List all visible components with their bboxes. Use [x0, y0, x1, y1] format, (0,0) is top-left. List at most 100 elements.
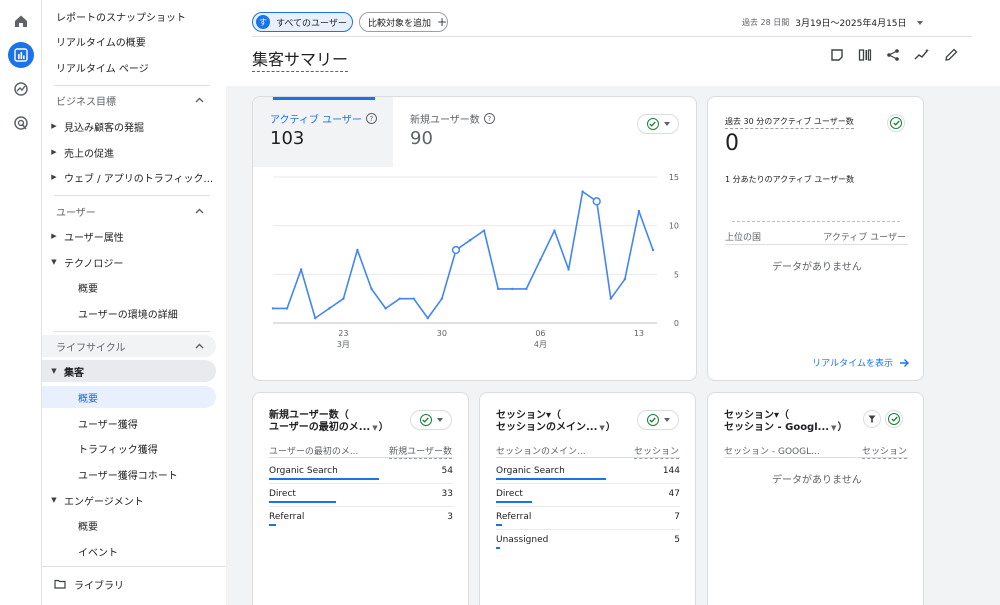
insights-icon[interactable] — [914, 48, 930, 65]
advertising-icon[interactable] — [8, 110, 34, 136]
divider — [724, 457, 908, 458]
caret-down-icon[interactable]: ▼ — [372, 422, 377, 434]
metric-tab-active-users[interactable]: アクティブ ユーザー ? 103 — [253, 97, 393, 167]
view-realtime-link[interactable]: リアルタイムを表示 — [812, 356, 909, 369]
nav-label: テクノロジー — [64, 258, 124, 270]
metric-label: 新規ユーザー数 — [410, 115, 480, 126]
x-tick-month-label: 3月 — [337, 340, 350, 349]
help-icon[interactable]: ? — [365, 113, 377, 124]
nav-item-engagement[interactable]: ▼ エンゲージメント — [42, 489, 226, 511]
x-tick-label: 13 — [634, 329, 644, 338]
card-title-line2: ユーザーの最初のメ... — [269, 422, 371, 433]
card-title-line1: セッション▾（ — [496, 410, 562, 421]
nav-label: ユーザー獲得 — [78, 419, 138, 431]
nav-item-eng-overview[interactable]: 概要 — [42, 514, 226, 536]
share-icon[interactable] — [886, 48, 900, 65]
nav-item-events[interactable]: イベント — [42, 540, 226, 562]
nav-item-traffic[interactable]: ▶ ウェブ / アプリのトラフィック... — [42, 166, 226, 188]
nav-item-traffic-acquisition[interactable]: トラフィック獲得 — [42, 437, 226, 459]
insight-status-pill[interactable] — [637, 114, 679, 134]
nav-label: イベント — [78, 547, 118, 559]
nav-label: 集客 — [64, 367, 84, 379]
table-row[interactable]: Unassigned 5 — [496, 531, 680, 553]
nav-item-acq-overview[interactable]: 概要 — [42, 386, 216, 408]
nav-item-acq-cohort[interactable]: ユーザー獲得コホート — [42, 463, 226, 485]
insight-status-pill[interactable] — [885, 410, 903, 428]
customize-report-icon[interactable] — [830, 48, 844, 65]
caret-down-icon[interactable]: ▼ — [599, 422, 604, 434]
data-point — [398, 297, 401, 300]
x-tick-label: 30 — [437, 329, 447, 338]
row-name: Organic Search — [496, 466, 565, 476]
table-row[interactable]: Organic Search 54 — [269, 462, 453, 484]
card-title: セッション▾（ セッション - Googl... ▼） — [724, 410, 848, 434]
table-row[interactable]: Direct 33 — [269, 485, 453, 507]
check-circle-icon — [890, 117, 902, 129]
data-point — [609, 297, 612, 300]
realtime-subtitle: 1 分あたりのアクティブ ユーザー数 — [725, 175, 855, 184]
nav-label: 売上の促進 — [64, 148, 114, 160]
nav-item-lead-gen[interactable]: ▶ 見込み顧客の発掘 — [42, 115, 226, 137]
divider — [42, 566, 226, 567]
segment-chip-label: すべてのユーザー — [276, 18, 347, 29]
nav-section-lifecycle[interactable]: ライフサイクル — [42, 335, 216, 357]
table-row[interactable]: Organic Search 144 — [496, 462, 680, 484]
row-bar — [496, 501, 532, 503]
explore-icon[interactable] — [8, 76, 34, 102]
edit-pencil-icon[interactable] — [944, 48, 958, 65]
data-point — [299, 268, 303, 271]
data-point — [637, 209, 641, 213]
nav-item-realtime-overview[interactable]: リアルタイムの概要 — [42, 30, 226, 52]
nav-label: 概要 — [78, 393, 98, 405]
nav-item-tech-overview[interactable]: 概要 — [42, 276, 226, 298]
row-name: Referral — [269, 512, 305, 522]
metric-tab-new-users[interactable]: 新規ユーザー数 ? 90 — [393, 97, 533, 167]
card-title: セッション▾（ セッションのメイン... ▼） — [496, 410, 616, 434]
nav-item-technology[interactable]: ▼ テクノロジー — [42, 251, 226, 273]
row-value: 144 — [662, 466, 680, 476]
caret-down-icon[interactable]: ▼ — [831, 422, 836, 434]
table-row[interactable]: Referral 7 — [496, 508, 680, 530]
column-header-dimension: ユーザーの最初のメ... — [269, 447, 359, 457]
nav-section-users[interactable]: ユーザー — [42, 200, 216, 222]
data-point — [651, 248, 655, 252]
nav-label: リアルタイムの概要 — [56, 37, 146, 49]
date-range-picker[interactable]: 過去 28 日間 3月19日～2025年4月15日 — [742, 16, 923, 29]
nav-label: ユーザー属性 — [64, 232, 124, 244]
nav-label: ユーザー獲得コホート — [78, 470, 178, 482]
check-circle-icon — [646, 414, 659, 426]
nav-item-sales[interactable]: ▶ 売上の促進 — [42, 141, 226, 163]
nav-section-business[interactable]: ビジネス目標 — [42, 89, 216, 111]
home-icon[interactable] — [8, 8, 34, 34]
nav-item-user-acquisition[interactable]: ユーザー獲得 — [42, 412, 226, 434]
date-range-value: 3月19日～2025年4月15日 — [795, 19, 907, 29]
nav-item-snapshot[interactable]: レポートのスナップショット — [42, 5, 226, 27]
report-navigation: レポートのスナップショット リアルタイムの概要 リアルタイム ページ ビジネス目… — [42, 0, 226, 605]
nav-item-acquisition[interactable]: ▼ 集客 — [42, 360, 216, 382]
nav-label: ウェブ / アプリのトラフィック... — [64, 173, 214, 185]
reports-icon[interactable] — [8, 42, 34, 68]
insight-status-pill[interactable] — [637, 410, 679, 430]
nav-item-library[interactable]: ライブラリ — [42, 573, 226, 595]
insight-status-pill[interactable] — [887, 114, 905, 132]
data-point — [567, 268, 570, 271]
add-comparison-chip[interactable]: 比較対象を追加 + — [359, 12, 448, 32]
table-row[interactable]: Referral 3 — [269, 508, 453, 530]
data-point — [451, 245, 461, 255]
segment-chip-all-users[interactable]: す すべてのユーザー — [252, 12, 353, 32]
nav-label: 概要 — [78, 521, 98, 533]
divider — [54, 85, 210, 86]
nav-item-demographics[interactable]: ▶ ユーザー属性 — [42, 225, 226, 247]
data-point — [553, 229, 556, 232]
help-icon[interactable]: ? — [483, 113, 495, 124]
nav-item-tech-details[interactable]: ユーザーの環境の詳細 — [42, 302, 226, 324]
table-row[interactable]: Direct 47 — [496, 485, 680, 507]
row-value: 5 — [674, 535, 680, 545]
y-tick-label: 0 — [674, 319, 679, 328]
insight-status-pill[interactable] — [410, 410, 452, 430]
section-label: ビジネス目標 — [56, 96, 116, 108]
triangle-right-icon: ▶ — [51, 148, 57, 156]
nav-item-realtime-pages[interactable]: リアルタイム ページ — [42, 56, 226, 78]
compare-columns-icon[interactable] — [858, 48, 872, 65]
filter-icon[interactable] — [863, 410, 881, 428]
